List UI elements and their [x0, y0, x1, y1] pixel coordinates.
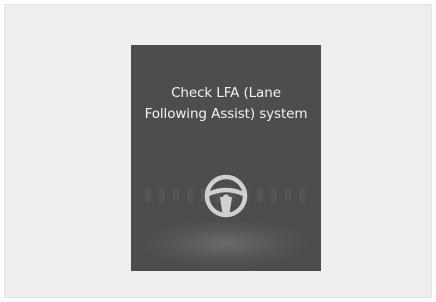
warning-message: Check LFA (Lane Following Assist) system	[131, 83, 321, 125]
warning-message-line-2: Following Assist) system	[144, 106, 308, 122]
warning-message-line-1: Check LFA (Lane	[171, 85, 281, 101]
cluster-display: Check LFA (Lane Following Assist) system	[131, 45, 321, 271]
steering-wheel-icon	[204, 174, 248, 218]
page-frame: Check LFA (Lane Following Assist) system	[4, 4, 432, 298]
